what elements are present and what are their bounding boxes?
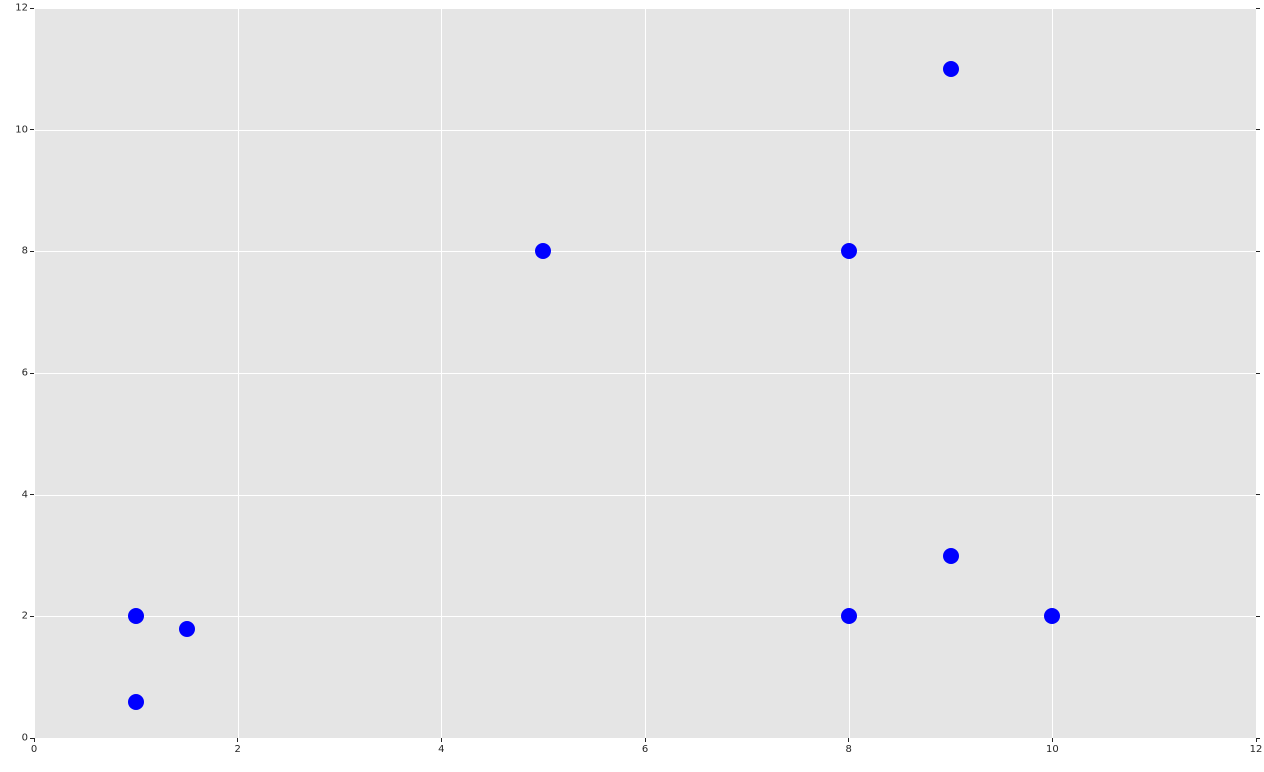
- y-tick-mark-right: [1256, 251, 1260, 252]
- y-tick-mark: [30, 129, 34, 130]
- y-tick-mark-right: [1256, 129, 1260, 130]
- scatter-point: [841, 243, 857, 259]
- x-tick-label: 12: [1250, 744, 1263, 755]
- x-tick-label: 8: [845, 744, 851, 755]
- y-tick-label: 12: [15, 3, 28, 14]
- y-tick-mark: [30, 616, 34, 617]
- scatter-point: [841, 608, 857, 624]
- x-tick-mark: [645, 738, 646, 742]
- x-tick-mark: [1052, 738, 1053, 742]
- y-tick-mark-right: [1256, 494, 1260, 495]
- y-tick-mark: [30, 251, 34, 252]
- scatter-point: [128, 608, 144, 624]
- plot-area: [34, 8, 1256, 738]
- y-tick-mark-right: [1256, 616, 1260, 617]
- y-tick-mark-right: [1256, 373, 1260, 374]
- gridline-horizontal: [34, 130, 1256, 131]
- gridline-horizontal: [34, 251, 1256, 252]
- x-tick-label: 6: [642, 744, 648, 755]
- y-tick-label: 6: [22, 368, 28, 379]
- x-tick-mark: [34, 738, 35, 742]
- chart-figure: 0 2 4 6 8 10 12 0 2 4 6 8 10 12: [0, 0, 1264, 772]
- x-tick-mark: [441, 738, 442, 742]
- x-tick-label: 4: [438, 744, 444, 755]
- x-tick-mark: [848, 738, 849, 742]
- y-tick-mark-right: [1256, 8, 1260, 9]
- y-tick-mark: [30, 494, 34, 495]
- y-tick-label: 0: [22, 733, 28, 744]
- y-tick-label: 4: [22, 489, 28, 500]
- y-tick-mark-right: [1256, 738, 1260, 739]
- gridline-horizontal: [34, 616, 1256, 617]
- y-tick-label: 10: [15, 124, 28, 135]
- y-tick-mark: [30, 8, 34, 9]
- x-tick-label: 10: [1046, 744, 1059, 755]
- scatter-point: [179, 621, 195, 637]
- x-tick-label: 0: [31, 744, 37, 755]
- scatter-point: [535, 243, 551, 259]
- y-tick-label: 8: [22, 246, 28, 257]
- y-tick-label: 2: [22, 611, 28, 622]
- x-tick-mark: [1256, 738, 1257, 742]
- y-tick-mark: [30, 738, 34, 739]
- x-tick-mark: [237, 738, 238, 742]
- gridline-horizontal: [34, 373, 1256, 374]
- scatter-point: [943, 61, 959, 77]
- y-tick-mark: [30, 373, 34, 374]
- gridline-horizontal: [34, 8, 1256, 9]
- gridline-horizontal: [34, 495, 1256, 496]
- scatter-point: [1044, 608, 1060, 624]
- x-tick-label: 2: [234, 744, 240, 755]
- scatter-point: [943, 548, 959, 564]
- scatter-point: [128, 694, 144, 710]
